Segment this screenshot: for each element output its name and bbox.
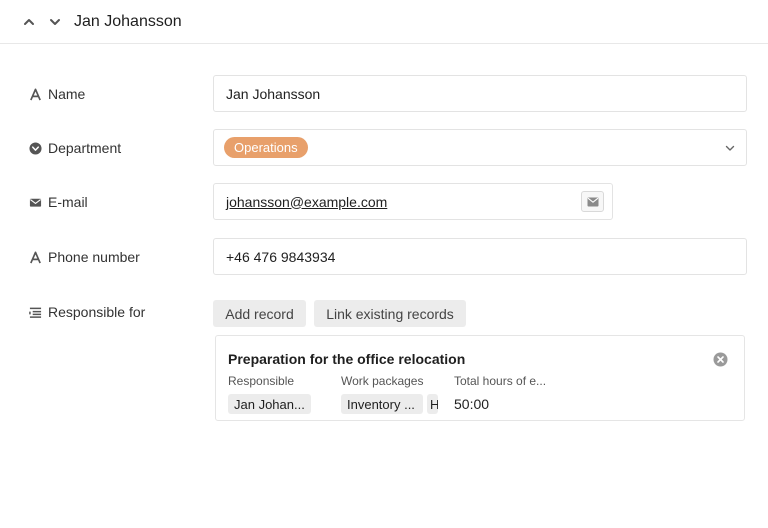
work-package-chip-truncated: H [427,394,438,414]
single-select-icon [28,141,42,155]
department-tag: Operations [224,137,308,158]
link-existing-records-button[interactable]: Link existing records [314,300,466,327]
department-select[interactable]: Operations [213,129,747,166]
phone-field[interactable]: +46 476 9843934 [213,238,747,275]
linked-record-title: Preparation for the office relocation [228,351,466,367]
department-label: Department [28,140,121,156]
text-field-icon [28,87,42,101]
previous-record-button[interactable] [20,13,38,31]
chevron-up-icon [24,18,34,25]
responsible-label: Responsible for [28,304,145,320]
envelope-icon [28,195,42,209]
remove-link-icon[interactable] [713,352,728,367]
linked-record-card[interactable]: Preparation for the office relocation Re… [215,335,745,421]
chevron-down-icon [725,145,735,151]
email-field[interactable]: johansson@example.com [213,183,613,220]
column-header-responsible: Responsible [228,374,295,388]
email-label: E-mail [28,194,88,210]
total-hours-value: 50:00 [454,396,490,412]
name-label: Name [28,86,85,102]
name-field[interactable]: Jan Johansson [213,75,747,112]
responsible-chip: Jan Johan... [228,394,311,414]
record-header: Jan Johansson [0,0,768,44]
work-package-chip: Inventory ... [341,394,423,414]
column-header-total-hours: Total hours of e... [454,374,547,388]
email-link[interactable]: johansson@example.com [226,194,387,210]
send-email-button[interactable] [581,191,604,212]
phone-label: Phone number [28,249,140,265]
linked-records-icon [28,305,42,319]
column-header-work-packages: Work packages [341,374,424,388]
record-title: Jan Johansson [74,12,182,30]
text-field-icon [28,250,42,264]
envelope-icon [587,197,598,206]
next-record-button[interactable] [46,13,64,31]
chevron-down-icon [50,18,60,25]
add-record-button[interactable]: Add record [213,300,306,327]
